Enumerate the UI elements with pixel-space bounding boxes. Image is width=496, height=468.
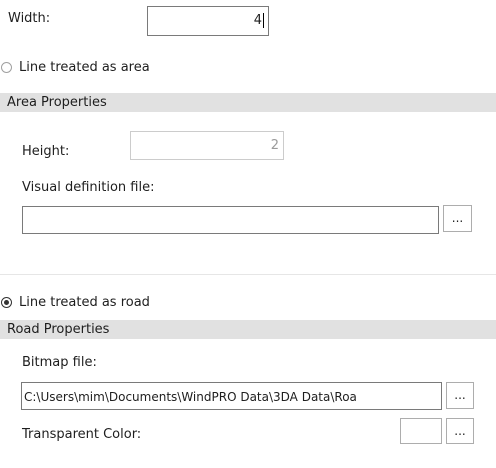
visual-definition-browse-button[interactable]: ... <box>443 205 472 232</box>
road-radio-button[interactable] <box>1 297 12 308</box>
width-value: 4 <box>253 13 262 28</box>
text-cursor <box>263 13 264 28</box>
bitmap-file-label: Bitmap file: <box>22 355 97 370</box>
road-properties-header: Road Properties <box>0 320 496 339</box>
height-input[interactable]: 2 <box>130 131 284 160</box>
width-label: Width: <box>8 11 51 26</box>
transparent-color-label: Transparent Color: <box>22 427 142 442</box>
road-radio-label[interactable]: Line treated as road <box>19 295 150 311</box>
section-divider <box>0 274 496 275</box>
radio-selected-dot <box>4 300 9 305</box>
transparent-color-browse-button[interactable]: ... <box>446 418 474 444</box>
visual-definition-input[interactable] <box>22 206 439 234</box>
area-properties-header: Area Properties <box>0 93 496 112</box>
visual-definition-label: Visual definition file: <box>22 180 155 195</box>
width-input[interactable]: 4 <box>147 6 269 36</box>
bitmap-file-input[interactable]: C:\Users\mim\Documents\WindPRO Data\3DA … <box>21 382 442 410</box>
transparent-color-swatch[interactable] <box>400 418 442 444</box>
bitmap-file-browse-button[interactable]: ... <box>446 382 474 409</box>
area-radio-label[interactable]: Line treated as area <box>19 60 150 76</box>
area-radio-button[interactable] <box>1 62 12 73</box>
height-label: Height: <box>22 144 70 159</box>
